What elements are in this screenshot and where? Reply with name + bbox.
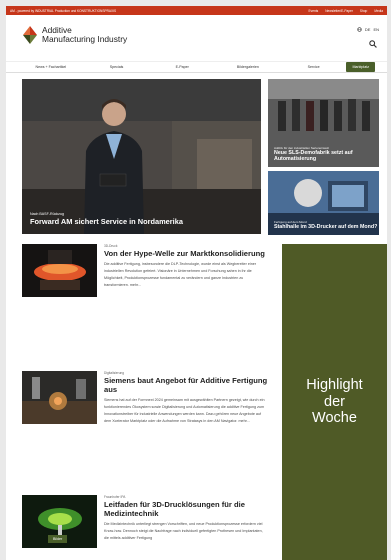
side-teaser-sls-title[interactable]: Neue SLS-Demofabrik setzt auf Automatisi…	[274, 150, 379, 162]
globe-icon	[357, 27, 362, 32]
side-teaser-moon-title[interactable]: Stahlhalle im 3D-Drucker auf dem Mond?	[274, 224, 377, 230]
highlight-text: Highlight der Woche	[306, 377, 362, 427]
logo-line-2: Manufacturing Industry	[42, 34, 128, 44]
article-siemens-kicker: Digitalisierung	[104, 371, 125, 375]
site-logo[interactable]: Additive Manufacturing Industry	[22, 26, 127, 44]
article-hype-image	[22, 244, 97, 297]
top-link-events[interactable]: Events	[308, 9, 318, 13]
hero-caption: Nach BASF-Rückzug Forward AM sichert Ser…	[30, 212, 183, 226]
article-hype-text: Die additive Fertigung, insbesondere die…	[104, 262, 257, 287]
site-header: Additive Manufacturing Industry DE EN	[6, 15, 387, 61]
side-teaser-moon[interactable]: Fertigung auf dem Mond Stahlhalle im 3D-…	[268, 171, 379, 235]
gallery-badge[interactable]: Bilder	[48, 535, 68, 543]
marketplace-button[interactable]: Marktplatz	[346, 62, 376, 72]
article-siemens-image	[22, 371, 97, 424]
side-teaser-sls[interactable]: Additiv für den industriellen Serieneins…	[268, 79, 379, 167]
article-fraunhofer-title[interactable]: Leitfaden für 3D-Drucklösungen für die M…	[104, 500, 268, 518]
article-hype-title[interactable]: Von der Hype-Welle zur Marktkonsolidieru…	[104, 249, 268, 258]
hero-image	[22, 79, 261, 234]
highlight-line-3: Woche	[312, 410, 357, 427]
article-siemens-body: Digitalisierung Siemens baut Angebot für…	[104, 371, 268, 425]
hero-kicker: Nach BASF-Rückzug	[30, 212, 64, 216]
top-bar-tagline: AM - powered by INDUSTRIAL Production un…	[10, 8, 117, 13]
nav-galleries[interactable]: Bildergalerien	[215, 65, 281, 69]
article-fraunhofer-body: Fraunhofer IPA Leitfaden für 3D-Drucklös…	[104, 495, 268, 542]
page: AM - powered by INDUSTRIAL Production un…	[6, 6, 387, 560]
side-teaser-moon-kicker: Fertigung auf dem Mond	[274, 219, 307, 224]
side-teaser-sls-kicker: Additiv für den industriellen Serieneins…	[274, 145, 330, 150]
article-hype-body: 3D-Druck Von der Hype-Welle zur Marktkon…	[104, 244, 268, 289]
logo-mark-icon	[23, 26, 37, 44]
article-fraunhofer-text: Die Medizintechnik unterliegt strengen V…	[104, 522, 263, 540]
nav-specials[interactable]: Specials	[84, 65, 150, 69]
top-link-media[interactable]: Media	[374, 9, 383, 13]
hero-title[interactable]: Forward AM sichert Service in Nordamerik…	[30, 217, 183, 226]
nav-news[interactable]: News + Fachartikel	[18, 65, 84, 69]
highlight-line-2: der	[324, 393, 345, 410]
top-link-shop[interactable]: Shop	[360, 9, 367, 13]
highlight-line-1: Highlight	[306, 377, 363, 394]
side-teaser-sls-caption: Additiv für den industriellen Serieneins…	[274, 146, 379, 162]
article-hype-kicker: 3D-Druck	[104, 244, 118, 248]
hero-teaser[interactable]: Nach BASF-Rückzug Forward AM sichert Ser…	[22, 79, 261, 234]
highlight-of-the-week-panel[interactable]: Highlight der Woche	[282, 244, 387, 560]
logo-text: Additive Manufacturing Industry	[42, 26, 127, 44]
top-bar: AM - powered by INDUSTRIAL Production un…	[6, 6, 387, 15]
lang-en[interactable]: EN	[373, 27, 379, 32]
top-link-newsletter[interactable]: Newsletter/E-Paper	[325, 9, 353, 13]
article-siemens-thumbnail[interactable]	[22, 371, 97, 424]
article-siemens-text: Siemens hat auf der Formnext 2024 gemein…	[104, 398, 265, 423]
nav-service[interactable]: Service	[281, 65, 347, 69]
main-nav: News + Fachartikel Specials E-Paper Bild…	[6, 61, 387, 73]
search-icon[interactable]	[369, 40, 377, 48]
lang-de[interactable]: DE	[365, 27, 371, 32]
language-switcher: DE EN	[357, 27, 379, 32]
nav-epaper[interactable]: E-Paper	[149, 65, 215, 69]
article-fraunhofer-kicker: Fraunhofer IPA	[104, 495, 126, 499]
article-hype-thumbnail[interactable]	[22, 244, 97, 297]
article-fraunhofer-thumbnail[interactable]: Bilder	[22, 495, 97, 548]
article-siemens-title[interactable]: Siemens baut Angebot für Additive Fertig…	[104, 376, 268, 394]
side-teaser-moon-caption: Fertigung auf dem Mond Stahlhalle im 3D-…	[274, 220, 377, 230]
